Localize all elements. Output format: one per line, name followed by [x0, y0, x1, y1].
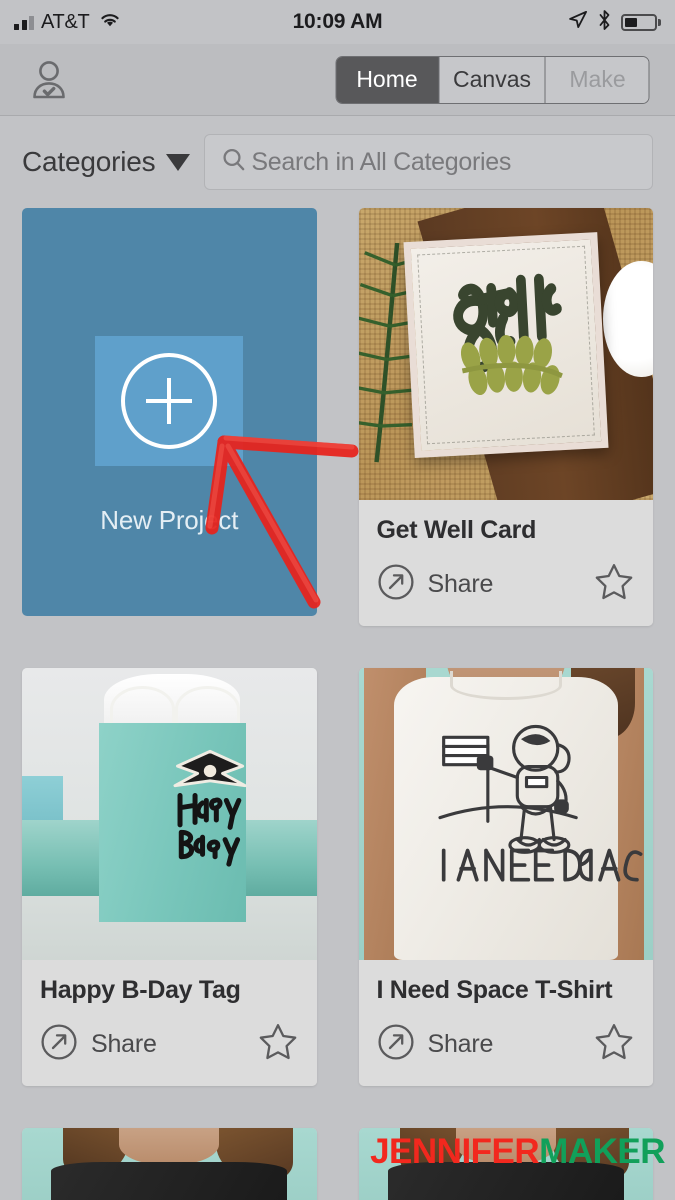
- project-card[interactable]: I Need Space T-Shirt Share: [358, 668, 653, 1086]
- new-project-label: New Project: [100, 505, 239, 535]
- app-nav-bar: Home Canvas Make: [0, 44, 675, 116]
- share-arrow-circle-icon: [377, 563, 415, 606]
- project-caption: I Need Space T-Shirt Share: [358, 960, 653, 1086]
- project-caption: Happy B-Day Tag Share: [22, 960, 317, 1086]
- search-input[interactable]: Search in All Categories: [204, 134, 653, 190]
- tab-make[interactable]: Make: [545, 56, 649, 103]
- status-bar: AT&T 10:09 AM: [0, 0, 675, 44]
- project-card[interactable]: Get Well Card Share: [358, 208, 653, 626]
- watermark: JENNIFERMAKER: [370, 1132, 665, 1172]
- user-account-icon[interactable]: [22, 53, 76, 107]
- search-icon: [219, 145, 249, 180]
- favorite-button[interactable]: [593, 561, 635, 608]
- project-caption: Get Well Card Share: [358, 500, 653, 626]
- project-card[interactable]: Happy B-Day Tag Share: [22, 668, 317, 1086]
- status-bar-left: AT&T: [14, 11, 122, 34]
- new-project-icon-plate: [95, 336, 244, 466]
- project-actions: Share: [377, 561, 636, 608]
- new-project-button[interactable]: New Project: [22, 208, 317, 616]
- project-title: I Need Space T-Shirt: [376, 976, 613, 1004]
- wifi-icon: [98, 11, 122, 34]
- star-outline-icon: [593, 1024, 635, 1067]
- share-button[interactable]: Share: [377, 1023, 494, 1066]
- projects-grid: New Project Get Well Card Share Happy B-…: [0, 208, 675, 1200]
- battery-icon: [620, 13, 661, 31]
- project-title: Happy B-Day Tag: [40, 976, 241, 1004]
- watermark-first: JENNIFER: [370, 1132, 540, 1171]
- project-thumbnail[interactable]: [358, 668, 653, 960]
- project-thumbnail[interactable]: [22, 1128, 317, 1200]
- chevron-down-icon: [166, 153, 191, 171]
- share-button[interactable]: Share: [40, 1023, 157, 1066]
- share-arrow-circle-icon: [377, 1023, 415, 1066]
- search-placeholder: Search in All Categories: [251, 147, 512, 176]
- project-actions: Share: [40, 1021, 299, 1068]
- watermark-second: MAKER: [539, 1132, 665, 1171]
- star-outline-icon: [593, 564, 635, 607]
- location-arrow-icon: [567, 9, 588, 35]
- share-label: Share: [91, 1030, 157, 1058]
- favorite-button[interactable]: [257, 1021, 299, 1068]
- circle-plus-icon: [121, 353, 218, 449]
- browse-toolbar: Categories Search in All Categories: [0, 116, 675, 208]
- project-actions: Share: [377, 1021, 636, 1068]
- cellular-signal-icon: [14, 14, 34, 30]
- status-bar-right: [567, 9, 661, 36]
- favorite-button[interactable]: [593, 1021, 635, 1068]
- share-arrow-circle-icon: [40, 1023, 78, 1066]
- project-thumbnail[interactable]: [22, 668, 317, 960]
- project-thumbnail[interactable]: [358, 208, 653, 500]
- tab-canvas[interactable]: Canvas: [439, 56, 546, 103]
- view-mode-segmented-control[interactable]: Home Canvas Make: [335, 55, 650, 104]
- categories-dropdown[interactable]: Categories: [22, 146, 191, 178]
- share-label: Share: [427, 570, 494, 598]
- share-label: Share: [427, 1030, 494, 1058]
- star-outline-icon: [257, 1024, 299, 1067]
- tab-home[interactable]: Home: [336, 56, 440, 103]
- carrier-label: AT&T: [41, 10, 90, 33]
- categories-label: Categories: [22, 146, 156, 177]
- share-button[interactable]: Share: [377, 563, 494, 606]
- project-card[interactable]: [22, 1128, 317, 1200]
- project-title: Get Well Card: [376, 516, 537, 544]
- bluetooth-icon: [597, 9, 612, 36]
